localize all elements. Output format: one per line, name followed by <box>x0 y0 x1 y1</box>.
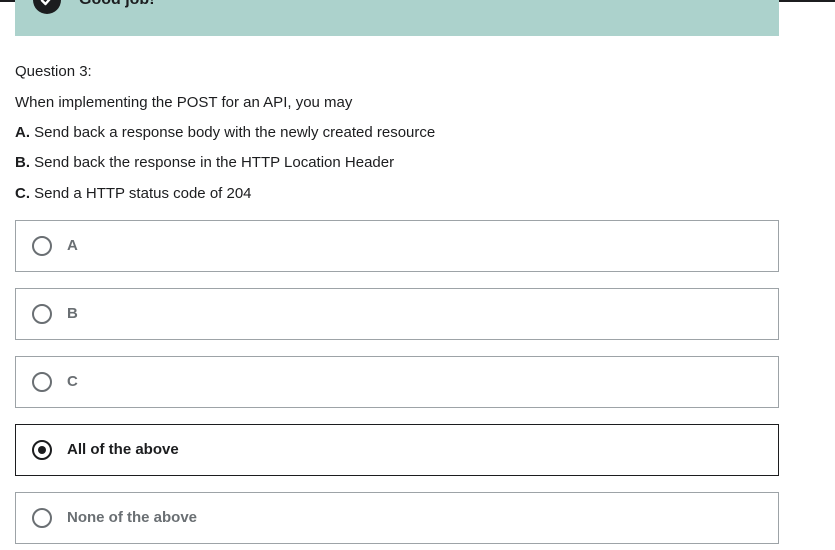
statement-letter: A. <box>15 124 30 141</box>
radio-button[interactable] <box>32 508 52 528</box>
question-prompt: When implementing the POST for an API, y… <box>15 94 353 111</box>
quiz-page: Good job! Question 3: When implementing … <box>0 0 835 550</box>
radio-button[interactable] <box>32 236 52 256</box>
feedback-banner: Good job! <box>15 0 779 36</box>
answer-option-label: C <box>67 373 78 390</box>
statement-text: Send a HTTP status code of 204 <box>30 185 252 202</box>
statement-text: Send back a response body with the newly… <box>30 124 436 141</box>
radio-button-selected[interactable] <box>32 440 52 460</box>
answer-option-none-of-the-above[interactable]: None of the above <box>15 492 779 544</box>
feedback-title: Good job! <box>79 0 155 10</box>
answer-option-c[interactable]: C <box>15 356 779 408</box>
radio-button[interactable] <box>32 372 52 392</box>
answer-option-label: All of the above <box>67 441 179 458</box>
statement-a: A. Send back a response body with the ne… <box>15 124 435 142</box>
radio-button[interactable] <box>32 304 52 324</box>
statement-b: B. Send back the response in the HTTP Lo… <box>15 154 394 172</box>
answer-option-label: B <box>67 305 78 322</box>
statement-text: Send back the response in the HTTP Locat… <box>30 154 395 171</box>
answer-option-label: None of the above <box>67 509 198 526</box>
answer-option-a[interactable]: A <box>15 220 779 272</box>
radio-selected-dot <box>38 446 46 454</box>
statement-letter: C. <box>15 185 30 202</box>
answer-option-label: A <box>67 237 78 254</box>
answer-option-all-of-the-above[interactable]: All of the above <box>15 424 779 476</box>
answer-option-b[interactable]: B <box>15 288 779 340</box>
statement-c: C. Send a HTTP status code of 204 <box>15 185 252 203</box>
checkmark-icon <box>33 0 61 14</box>
statement-letter: B. <box>15 154 30 171</box>
question-number: Question 3: <box>15 63 92 80</box>
